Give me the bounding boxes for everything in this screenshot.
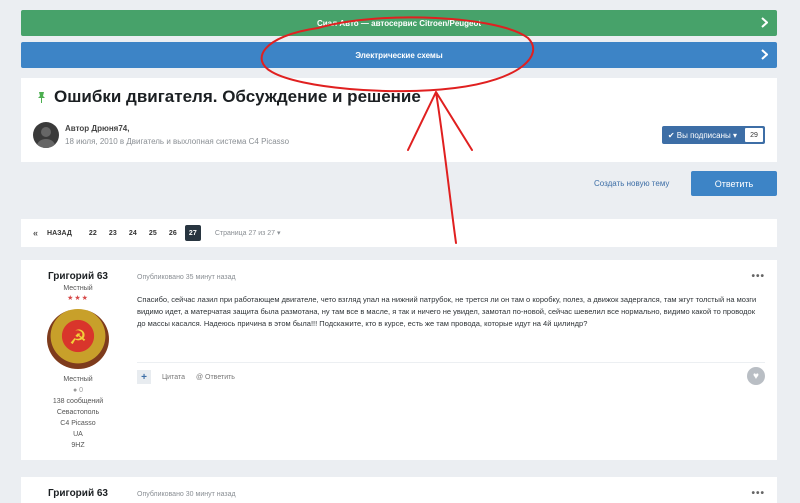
follow-button-label: ✔ Вы подписаны ▾ (667, 130, 737, 140)
sial-auto-banner-label: Сиал Авто — автосервис Citroen/Peugeot (316, 18, 482, 28)
topic-author[interactable]: Автор Дрюня74, (65, 122, 289, 135)
post-content: Спасибо, сейчас лазил при работающем дви… (137, 295, 757, 328)
author-country: UA (73, 431, 83, 438)
prev-page-button[interactable]: НАЗАД (47, 230, 72, 237)
post-menu-button[interactable]: ••• (751, 488, 765, 499)
page-25[interactable]: 25 (145, 225, 161, 241)
reputation-badge: ● 0 (72, 387, 84, 394)
heart-icon[interactable]: ♥ (747, 367, 765, 385)
first-page-button[interactable]: « (33, 228, 38, 238)
chevron-right-icon (761, 49, 768, 60)
post-count: 138 сообщений (52, 398, 104, 405)
follow-button[interactable]: ✔ Вы подписаны ▾ 29 (661, 126, 765, 144)
chevron-right-icon (761, 17, 768, 28)
post-author-name[interactable]: Григорий 63 (21, 271, 135, 282)
quote-button[interactable]: Цитата (162, 374, 185, 381)
page-26[interactable]: 26 (165, 225, 181, 241)
mention-reply-button[interactable]: @ Ответить (196, 374, 235, 381)
author-car: C4 Picasso (60, 420, 96, 427)
post-author-panel: Григорий 63 Местный ★★★ Местный ● 0 138 … (21, 260, 135, 451)
electrical-schemes-banner-label: Электрические схемы (355, 50, 443, 60)
electrical-schemes-banner[interactable]: Электрические схемы (21, 42, 777, 68)
author-engine: 9HZ (71, 442, 85, 449)
post-date[interactable]: Опубликовано 30 минут назад (137, 491, 765, 498)
pagination: « НАЗАД 22 23 24 25 26 27 Страница 27 из… (21, 219, 777, 247)
topic-author-row: Автор Дрюня74, 18 июля, 2010 в Двигатель… (33, 122, 289, 148)
post-menu-button[interactable]: ••• (751, 271, 765, 282)
pin-icon (38, 91, 45, 103)
page-status-dropdown[interactable]: Страница 27 из 27 ▾ (215, 229, 281, 237)
post-body: Опубликовано 35 минут назад ••• Спасибо,… (137, 260, 765, 385)
post-author-rank: Местный (63, 285, 93, 292)
rank-stars: ★★★ (67, 295, 89, 302)
page-27-current[interactable]: 27 (184, 225, 201, 241)
avatar[interactable] (33, 122, 59, 148)
page-23[interactable]: 23 (105, 225, 121, 241)
post-author-panel: Григорий 63 (21, 477, 135, 499)
multiquote-button[interactable]: + (137, 370, 151, 384)
post-author-name[interactable]: Григорий 63 (21, 488, 135, 499)
post-actions: + Цитата @ Ответить (137, 370, 246, 384)
page-title: Ошибки двигателя. Обсуждение и решение (37, 87, 421, 107)
post-date[interactable]: Опубликовано 35 минут назад (137, 274, 765, 281)
post: Григорий 63 Опубликовано 30 минут назад … (21, 477, 777, 503)
post-author-group: Местный (63, 376, 93, 383)
page-22[interactable]: 22 (85, 225, 101, 241)
topic-date: 18 июля, 2010 в Двигатель и выхлопная си… (65, 137, 290, 146)
topic-header: Ошибки двигателя. Обсуждение и решение А… (21, 78, 777, 162)
topic-title-text: Ошибки двигателя. Обсуждение и решение (54, 87, 421, 106)
post-body: Опубликовано 30 минут назад ••• (137, 477, 765, 499)
sial-auto-banner[interactable]: Сиал Авто — автосервис Citroen/Peugeot (21, 10, 777, 36)
user-avatar-emblem[interactable] (47, 309, 109, 369)
follow-count: 29 (745, 128, 763, 142)
post-divider (137, 362, 765, 363)
new-topic-link[interactable]: Создать новую тему (594, 179, 669, 188)
reply-button[interactable]: Ответить (691, 171, 777, 196)
author-city: Севастополь (56, 409, 100, 416)
post: Григорий 63 Местный ★★★ Местный ● 0 138 … (21, 260, 777, 460)
page-24[interactable]: 24 (125, 225, 141, 241)
